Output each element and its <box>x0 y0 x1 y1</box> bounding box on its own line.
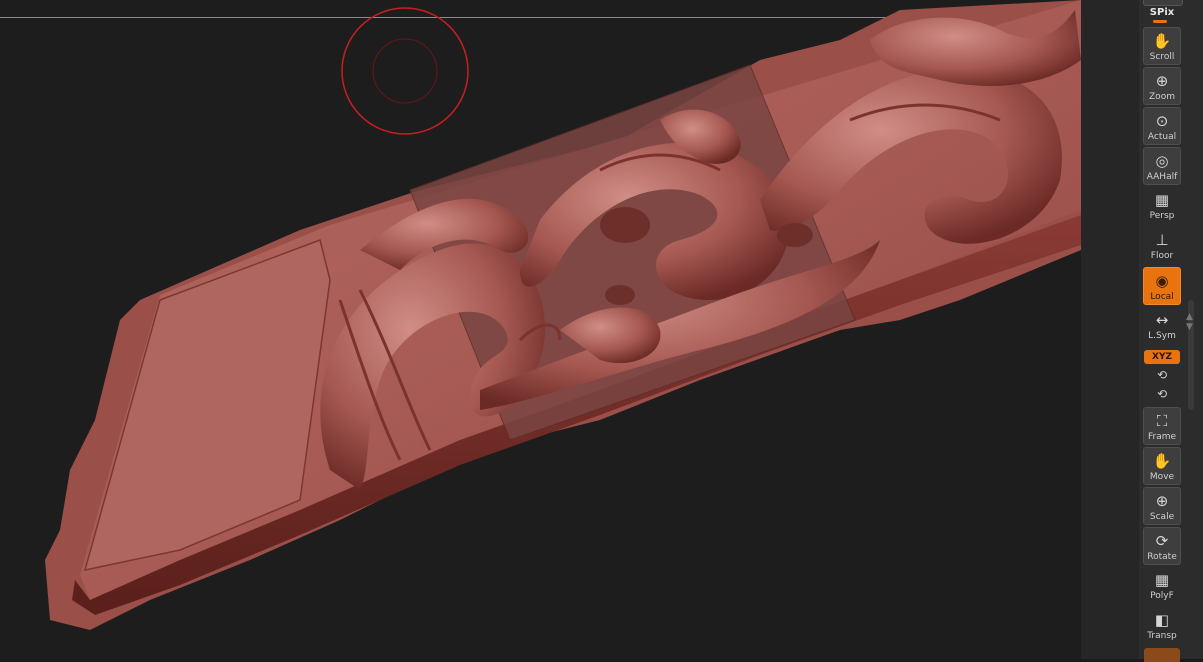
magnifier-icon: ◎ <box>1155 152 1169 170</box>
canvas-viewport[interactable] <box>0 0 1081 659</box>
hand-icon: ✋ <box>1152 32 1172 50</box>
xyz-label: XYZ <box>1152 352 1172 362</box>
rotate-icon: ⟳ <box>1155 532 1169 550</box>
spix-label[interactable]: SPix <box>1143 7 1181 18</box>
move-label: Move <box>1149 472 1175 482</box>
rotate-y-icon[interactable]: ⟲ <box>1143 368 1181 382</box>
move-hand-icon: ✋ <box>1152 452 1172 470</box>
magnifier-icon: ⊙ <box>1155 112 1169 130</box>
scroll-button[interactable]: ✋ Scroll <box>1143 27 1181 65</box>
actual-button[interactable]: ⊙ Actual <box>1143 107 1181 145</box>
zoom-label: Zoom <box>1149 92 1175 102</box>
rotate-z-icon[interactable]: ⟲ <box>1143 387 1181 401</box>
floor-button[interactable]: ⊥ Floor <box>1143 227 1181 265</box>
frame-button[interactable]: ⛶ Frame <box>1143 407 1181 445</box>
lsym-label: L.Sym <box>1148 331 1176 341</box>
scroll-arrows-icon[interactable]: ▲ ▼ <box>1186 312 1193 332</box>
xyz-symmetry-button[interactable]: XYZ <box>1144 350 1180 364</box>
local-button[interactable]: ◉ Local <box>1143 267 1181 305</box>
aahalf-label: AAHalf <box>1146 172 1178 182</box>
rotate-label: Rotate <box>1147 552 1177 562</box>
local-rotate-icon: ◉ <box>1155 272 1169 290</box>
scale-icon: ⊕ <box>1155 492 1169 510</box>
partial-bottom-button[interactable] <box>1144 648 1180 662</box>
persp-label: Persp <box>1149 211 1175 221</box>
frame-icon: ⛶ <box>1156 412 1168 430</box>
scale-button[interactable]: ⊕ Scale <box>1143 487 1181 525</box>
grid-icon: ▦ <box>1154 191 1170 209</box>
polyframe-icon: ▦ <box>1154 571 1170 589</box>
shelf-gutter <box>1081 0 1139 659</box>
zoom-button[interactable]: ⊕ Zoom <box>1143 67 1181 105</box>
symmetry-arrows-icon: ↔ <box>1155 311 1169 329</box>
frame-label: Frame <box>1147 432 1177 442</box>
transp-label: Transp <box>1147 631 1177 641</box>
transparency-icon: ◧ <box>1154 611 1170 629</box>
polyf-button[interactable]: ▦ PolyF <box>1143 567 1181 605</box>
spix-slider[interactable] <box>1153 20 1167 23</box>
top-partial-button[interactable] <box>1143 0 1183 6</box>
persp-button[interactable]: ▦ Persp <box>1143 187 1181 225</box>
magnifier-icon: ⊕ <box>1155 72 1169 90</box>
floor-label: Floor <box>1150 251 1174 261</box>
floor-icon: ⊥ <box>1155 231 1169 249</box>
scale-label: Scale <box>1149 512 1175 522</box>
polyf-label: PolyF <box>1150 591 1174 601</box>
brush-cursor <box>341 7 469 135</box>
scroll-label: Scroll <box>1149 52 1175 62</box>
local-label: Local <box>1150 292 1174 302</box>
aahalf-button[interactable]: ◎ AAHalf <box>1143 147 1181 185</box>
lsym-button[interactable]: ↔ L.Sym <box>1143 307 1181 345</box>
actual-label: Actual <box>1147 132 1177 142</box>
move-button[interactable]: ✋ Move <box>1143 447 1181 485</box>
rotate-button[interactable]: ⟳ Rotate <box>1143 527 1181 565</box>
transp-button[interactable]: ◧ Transp <box>1143 607 1181 645</box>
sculpt-model[interactable] <box>0 0 1081 659</box>
